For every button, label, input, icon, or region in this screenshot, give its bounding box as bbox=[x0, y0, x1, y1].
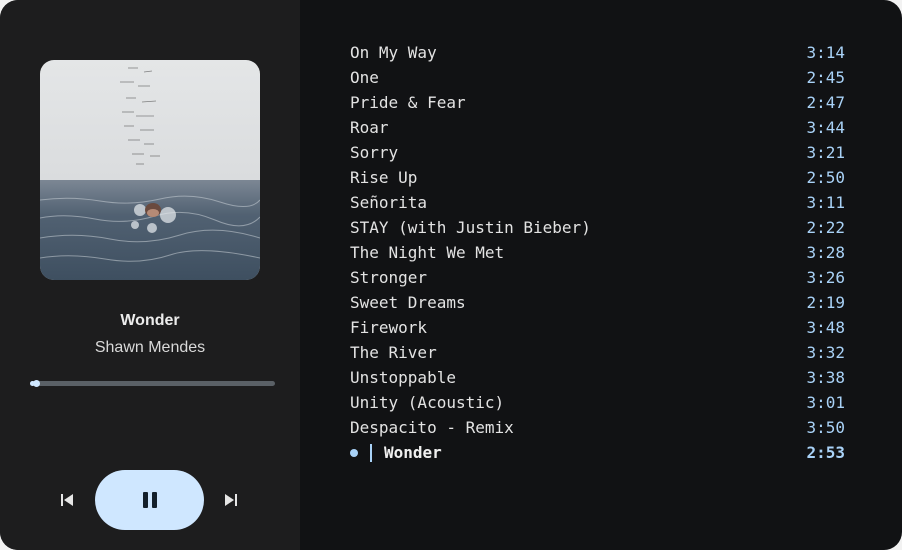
track-title-cell: Unity (Acoustic) bbox=[350, 393, 504, 412]
play-pause-button[interactable] bbox=[95, 470, 204, 530]
track-row[interactable]: The Night We Met 3:28 bbox=[350, 240, 845, 265]
track-duration: 2:53 bbox=[806, 443, 845, 462]
track-title-cell: Despacito - Remix bbox=[350, 418, 514, 437]
track-title: Unity (Acoustic) bbox=[350, 393, 505, 412]
track-row[interactable]: Sorry 3:21 bbox=[350, 140, 845, 165]
now-playing-bar-icon bbox=[370, 443, 372, 462]
track-title: Roar bbox=[350, 118, 389, 137]
track-title-cell: STAY (with Justin Bieber) bbox=[350, 218, 591, 237]
track-duration: 2:45 bbox=[806, 68, 845, 87]
track-title: Unstoppable bbox=[350, 368, 456, 387]
track-title-cell: One bbox=[350, 68, 379, 87]
track-row[interactable]: Pride & Fear 2:47 bbox=[350, 90, 845, 115]
track-title-cell: On My Way bbox=[350, 43, 437, 62]
track-title-cell: Firework bbox=[350, 318, 427, 337]
track-row[interactable]: Señorita 3:11 bbox=[350, 190, 845, 215]
now-playing-title: Wonder bbox=[120, 312, 180, 329]
track-duration: 3:28 bbox=[806, 243, 845, 262]
music-player-window: Wonder Shawn Mendes On My Way 3:14 One 2… bbox=[0, 0, 902, 550]
track-title: Pride & Fear bbox=[350, 93, 466, 112]
track-title-cell: Señorita bbox=[350, 193, 427, 212]
track-row[interactable]: The River 3:32 bbox=[350, 340, 845, 365]
next-button[interactable] bbox=[222, 491, 240, 509]
track-duration: 3:26 bbox=[806, 268, 845, 287]
track-title-cell: Rise Up bbox=[350, 168, 417, 187]
track-title: Rise Up bbox=[350, 168, 418, 187]
track-list: On My Way 3:14 One 2:45 Pride & Fear 2:47 Roar… bbox=[350, 40, 845, 465]
track-title: Wonder bbox=[384, 443, 442, 462]
track-row[interactable]: Roar 3:44 bbox=[350, 115, 845, 140]
track-duration: 2:50 bbox=[806, 168, 845, 187]
track-row[interactable]: Despacito - Remix 3:50 bbox=[350, 415, 845, 440]
track-title-cell: Sorry bbox=[350, 143, 398, 162]
track-row[interactable]: Rise Up 2:50 bbox=[350, 165, 845, 190]
track-duration: 3:48 bbox=[806, 318, 845, 337]
track-duration: 2:47 bbox=[806, 93, 845, 112]
track-title: Despacito - Remix bbox=[350, 418, 514, 437]
track-duration: 2:19 bbox=[806, 293, 845, 312]
track-title: One bbox=[350, 68, 379, 87]
track-duration: 3:44 bbox=[806, 118, 845, 137]
track-duration: 3:14 bbox=[806, 43, 845, 62]
track-duration: 3:21 bbox=[806, 143, 845, 162]
track-duration: 2:22 bbox=[806, 218, 845, 237]
track-title: Señorita bbox=[350, 193, 428, 212]
track-row[interactable]: Wonder 2:53 bbox=[350, 440, 845, 465]
track-row[interactable]: Unstoppable 3:38 bbox=[350, 365, 845, 390]
track-row[interactable]: On My Way 3:14 bbox=[350, 40, 845, 65]
track-duration: 3:38 bbox=[806, 368, 845, 387]
track-row[interactable]: Firework 3:48 bbox=[350, 315, 845, 340]
track-title-cell: Roar bbox=[350, 118, 389, 137]
track-title-cell: The River bbox=[350, 343, 437, 362]
track-title: Sorry bbox=[350, 143, 399, 162]
track-duration: 3:32 bbox=[806, 343, 845, 362]
track-row[interactable]: STAY (with Justin Bieber) 2:22 bbox=[350, 215, 845, 240]
track-title: The Night We Met bbox=[350, 243, 505, 262]
track-title: STAY (with Justin Bieber) bbox=[350, 218, 591, 237]
track-title-cell: Pride & Fear bbox=[350, 93, 466, 112]
track-row[interactable]: Stronger 3:26 bbox=[350, 265, 845, 290]
track-duration: 3:50 bbox=[806, 418, 845, 437]
track-title: Firework bbox=[350, 318, 428, 337]
pause-icon bbox=[142, 492, 157, 508]
progress-knob[interactable] bbox=[32, 380, 40, 387]
track-title: Stronger bbox=[350, 268, 428, 287]
now-playing-artist: Shawn Mendes bbox=[94, 339, 206, 356]
previous-button[interactable] bbox=[58, 491, 76, 509]
playlist-panel: On My Way 3:14 One 2:45 Pride & Fear 2:47 Roar… bbox=[300, 0, 902, 550]
track-title-cell: Stronger bbox=[350, 268, 427, 287]
album-art bbox=[40, 60, 260, 280]
track-title: The River bbox=[350, 343, 437, 362]
progress-bar[interactable] bbox=[30, 380, 275, 387]
skip-next-icon bbox=[225, 494, 237, 506]
track-title: On My Way bbox=[350, 43, 437, 62]
track-title-cell: Unstoppable bbox=[350, 368, 456, 387]
track-title: Sweet Dreams bbox=[350, 293, 466, 312]
track-duration: 3:01 bbox=[806, 393, 845, 412]
track-title-cell: Wonder bbox=[350, 443, 442, 462]
now-playing-dot-icon bbox=[350, 448, 358, 457]
now-playing-panel: Wonder Shawn Mendes bbox=[0, 0, 300, 550]
skip-previous-icon bbox=[61, 494, 73, 506]
track-title-cell: Sweet Dreams bbox=[350, 293, 466, 312]
track-row[interactable]: Unity (Acoustic) 3:01 bbox=[350, 390, 845, 415]
track-row[interactable]: One 2:45 bbox=[350, 65, 845, 90]
track-row[interactable]: Sweet Dreams 2:19 bbox=[350, 290, 845, 315]
track-duration: 3:11 bbox=[806, 193, 845, 212]
track-title-cell: The Night We Met bbox=[350, 243, 504, 262]
